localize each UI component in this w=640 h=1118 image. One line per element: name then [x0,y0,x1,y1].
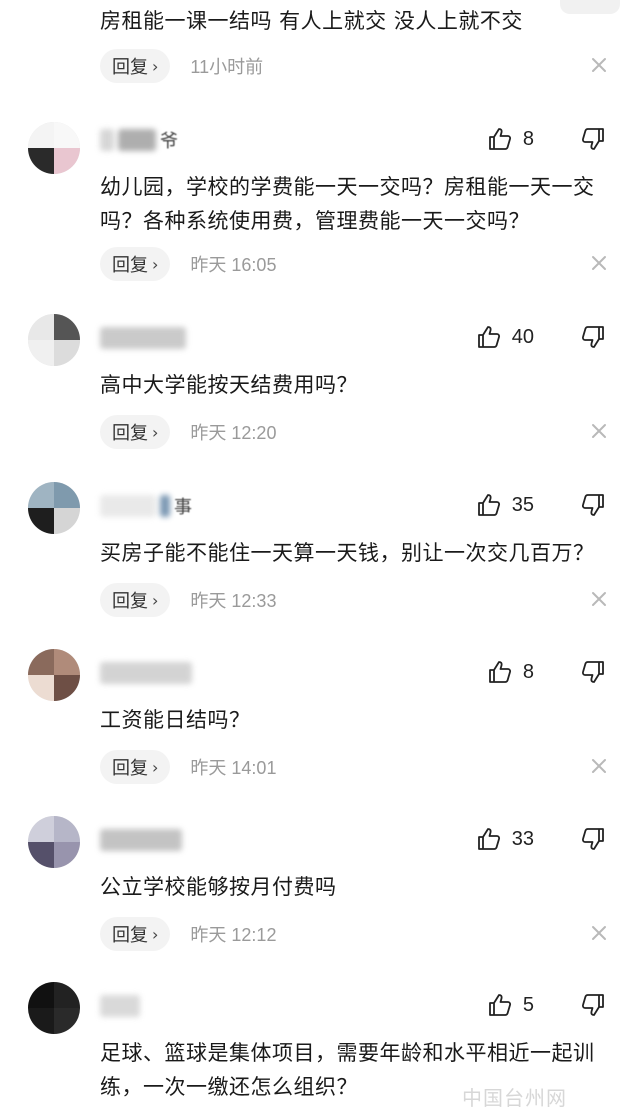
thumbs-down-icon[interactable] [580,659,606,685]
reply-button[interactable]: 回复 › [100,750,171,784]
chevron-right-icon: › [152,56,159,76]
reply-button[interactable]: 回复 › [100,247,171,281]
close-icon[interactable] [588,420,610,442]
comment-meta: 回复 › 昨天 14:01 [100,749,610,785]
like-button[interactable]: 5 [487,992,534,1018]
thumbs-up-icon [477,326,500,348]
reply-label: 回复 [112,591,148,612]
avatar[interactable] [28,982,80,1034]
comment-time: 昨天 12:12 [190,925,277,945]
close-icon[interactable] [588,252,610,274]
like-button[interactable]: 40 [476,324,534,350]
reply-label: 回复 [112,925,148,946]
avatar[interactable] [28,816,80,868]
reply-button[interactable]: 回复 › [100,583,171,617]
comment-meta: 回复 › 昨天 12:33 [100,582,610,618]
username[interactable] [100,826,186,854]
comment-text: 房租能一课一结吗 有人上就交 没人上就不交 [100,9,523,33]
comment-time: 昨天 14:01 [190,758,277,778]
like-count: 35 [511,493,534,516]
comment-meta: 回复 › 11小时前 [100,48,610,84]
thumbs-up-icon [477,494,500,516]
username[interactable] [100,992,144,1020]
username[interactable] [100,659,196,687]
comment-meta: 回复 › 昨天 12:12 [100,916,610,952]
comment-time: 11小时前 [190,57,264,77]
comment-time: 昨天 12:20 [190,423,277,443]
username-text: 爷 [160,131,178,152]
thumbs-up-icon [488,994,511,1016]
thumbs-down-icon[interactable] [580,126,606,152]
avatar[interactable] [28,649,80,701]
avatar[interactable] [28,314,80,366]
username-text: 事 [174,497,192,518]
comment-meta: 回复 › 昨天 12:20 [100,414,610,450]
comment-text: 幼儿园，学校的学费能一天一交吗？房租能一天一交吗？各种系统使用费，管理费能一天一… [100,175,595,233]
thumbs-up-icon [477,828,500,850]
chevron-right-icon: › [152,422,159,442]
reply-button[interactable]: 回复 › [100,415,171,449]
thumbs-down-icon[interactable] [580,324,606,350]
like-button[interactable]: 33 [476,826,534,852]
comment-meta: 回复 › 昨天 16:05 [100,246,610,282]
comment-time: 昨天 12:33 [190,591,277,611]
thumbs-up-icon [488,661,511,683]
like-button[interactable]: 8 [487,126,534,152]
username[interactable]: 爷 [100,126,178,154]
comment-time: 昨天 16:05 [190,255,277,275]
watermark: 中国台州网 [462,1086,567,1110]
reply-label: 回复 [112,423,148,444]
close-icon[interactable] [588,922,610,944]
avatar[interactable] [28,482,80,534]
close-icon[interactable] [588,755,610,777]
username[interactable] [100,324,190,352]
like-count: 8 [522,660,534,683]
reply-label: 回复 [112,255,148,276]
like-count: 40 [511,325,534,348]
thumbs-up-icon [488,128,511,150]
reply-button[interactable]: 回复 › [100,917,171,951]
chevron-right-icon: › [152,254,159,274]
like-button[interactable]: 8 [487,659,534,685]
avatar[interactable] [28,122,80,174]
thumbs-down-icon[interactable] [580,492,606,518]
reply-label: 回复 [112,758,148,779]
like-count: 5 [522,993,534,1016]
chevron-right-icon: › [152,590,159,610]
close-icon[interactable] [588,588,610,610]
reply-button[interactable]: 回复 › [100,49,171,83]
reply-label: 回复 [112,57,148,78]
like-button[interactable]: 35 [476,492,534,518]
thumbs-down-icon[interactable] [580,992,606,1018]
comment-text: 买房子能不能住一天算一天钱，别让一次交几百万？ [100,541,595,565]
comment-text: 高中大学能按天结费用吗？ [100,373,358,397]
like-count: 8 [522,127,534,150]
close-icon[interactable] [588,54,610,76]
thumbs-down-icon[interactable] [580,826,606,852]
comment-text: 工资能日结吗？ [100,708,251,732]
chevron-right-icon: › [152,757,159,777]
username[interactable]: 事 [100,492,192,520]
chevron-right-icon: › [152,924,159,944]
like-count: 33 [511,827,534,850]
comment-text: 公立学校能够按月付费吗 [100,875,337,899]
